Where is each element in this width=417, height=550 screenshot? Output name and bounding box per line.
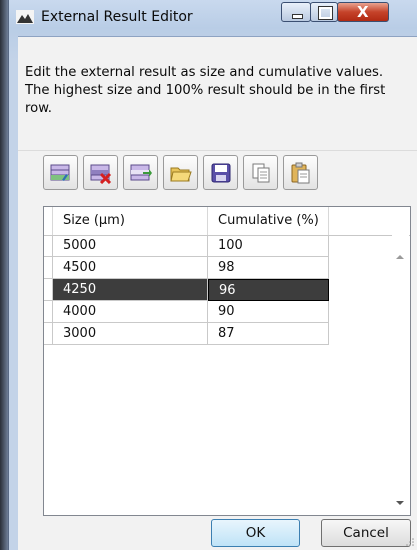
window-title: External Result Editor bbox=[41, 9, 193, 25]
copy-icon bbox=[252, 163, 270, 183]
row-header[interactable] bbox=[44, 323, 53, 345]
table-row[interactable]: 4000 90 bbox=[44, 301, 410, 323]
cumulative-cell[interactable]: 98 bbox=[208, 257, 329, 279]
row-header[interactable] bbox=[44, 257, 53, 279]
open-file-button[interactable] bbox=[163, 155, 198, 190]
ok-button[interactable]: OK bbox=[211, 519, 300, 547]
open-folder-icon bbox=[170, 167, 192, 182]
table-row[interactable]: 3000 87 bbox=[44, 323, 410, 345]
paste-icon bbox=[291, 162, 310, 184]
copy-button[interactable] bbox=[243, 155, 278, 190]
add-row-icon bbox=[50, 164, 70, 181]
minimize-button[interactable] bbox=[281, 2, 311, 22]
close-button[interactable]: X bbox=[337, 2, 389, 22]
cumulative-cell[interactable]: 96 bbox=[208, 279, 329, 301]
divider bbox=[18, 150, 417, 151]
delete-row-icon bbox=[90, 164, 112, 184]
save-icon bbox=[211, 163, 231, 183]
add-row-button[interactable] bbox=[43, 155, 78, 190]
window-shadow-edge bbox=[0, 0, 8, 550]
row-header[interactable] bbox=[44, 235, 53, 257]
table-row-selected[interactable]: 4250 96 bbox=[44, 279, 410, 301]
instructions-text: Edit the external result as size and cum… bbox=[25, 65, 386, 116]
dialog-window: External Result Editor X Edit the extern… bbox=[8, 0, 417, 550]
cumulative-cell[interactable]: 90 bbox=[208, 301, 329, 323]
cancel-button[interactable]: Cancel bbox=[321, 519, 411, 547]
save-button[interactable] bbox=[203, 155, 238, 190]
size-cell[interactable]: 4250 bbox=[53, 279, 208, 301]
size-cell[interactable]: 4500 bbox=[53, 257, 208, 279]
maximize-button[interactable] bbox=[310, 2, 338, 22]
results-grid[interactable]: Size (µm) Cumulative (%) 5000 100 4500 9… bbox=[43, 206, 411, 516]
title-bar[interactable]: External Result Editor X bbox=[9, 0, 417, 36]
column-header-cumulative[interactable]: Cumulative (%) bbox=[208, 207, 329, 235]
resize-grip-icon[interactable] bbox=[405, 537, 415, 547]
column-header-size[interactable]: Size (µm) bbox=[53, 207, 208, 235]
row-header-corner bbox=[44, 207, 53, 235]
close-icon: X bbox=[357, 3, 369, 21]
cumulative-cell[interactable]: 100 bbox=[208, 235, 329, 257]
grid-header: Size (µm) Cumulative (%) bbox=[44, 207, 410, 236]
delete-row-button[interactable] bbox=[83, 155, 118, 190]
scroll-down-icon[interactable] bbox=[396, 501, 404, 505]
row-header[interactable] bbox=[44, 301, 53, 323]
dialog-content: Edit the external result as size and cum… bbox=[18, 36, 417, 550]
table-row[interactable]: 5000 100 bbox=[44, 235, 410, 257]
table-row[interactable]: 4500 98 bbox=[44, 257, 410, 279]
insert-row-button[interactable] bbox=[123, 155, 158, 190]
size-cell[interactable]: 5000 bbox=[53, 235, 208, 257]
insert-row-icon bbox=[130, 164, 152, 181]
cumulative-cell[interactable]: 87 bbox=[208, 323, 329, 345]
vertical-scrollbar[interactable] bbox=[392, 235, 409, 515]
size-cell[interactable]: 4000 bbox=[53, 301, 208, 323]
scroll-up-icon[interactable] bbox=[396, 255, 404, 259]
app-mountain-icon bbox=[16, 10, 34, 24]
row-header[interactable] bbox=[44, 279, 53, 301]
size-cell[interactable]: 3000 bbox=[53, 323, 208, 345]
paste-button[interactable] bbox=[283, 155, 318, 190]
